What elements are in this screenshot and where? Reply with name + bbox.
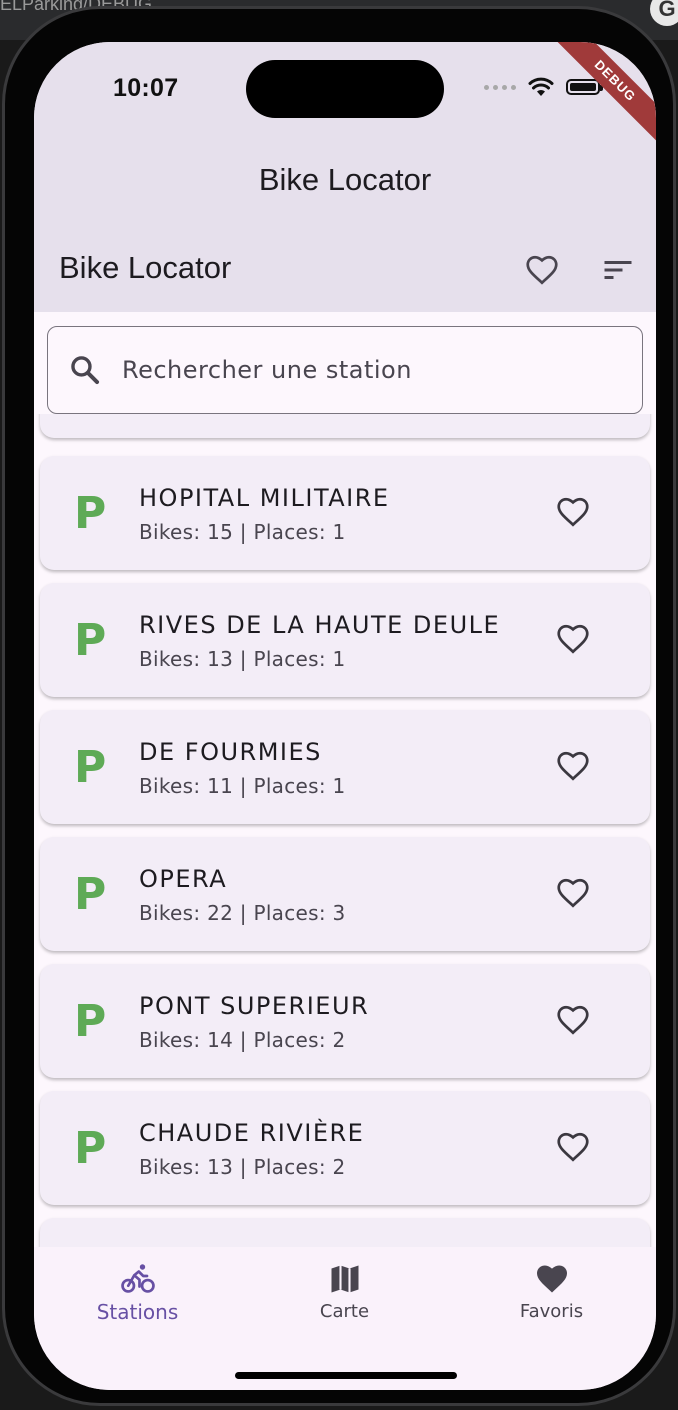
sort-button[interactable] bbox=[600, 252, 636, 288]
appbar-title: Bike Locator bbox=[59, 250, 232, 285]
parking-icon: P bbox=[74, 996, 107, 1047]
search-field[interactable] bbox=[47, 326, 643, 414]
favorite-button[interactable] bbox=[555, 1129, 591, 1165]
dynamic-island bbox=[246, 60, 444, 118]
status-time: 10:07 bbox=[113, 74, 179, 102]
parking-icon: P bbox=[74, 869, 107, 920]
station-availability: Bikes: 22 | Places: 3 bbox=[139, 901, 346, 925]
station-availability: Bikes: 11 | Places: 1 bbox=[139, 774, 346, 798]
page-title: Bike Locator bbox=[258, 162, 432, 197]
favorite-button[interactable] bbox=[555, 494, 591, 530]
station-name: HOPITAL MILITAIRE bbox=[139, 484, 390, 512]
favorite-button[interactable] bbox=[555, 621, 591, 657]
signal-dots-icon bbox=[484, 84, 516, 90]
nav-tab-favoris[interactable]: Favoris bbox=[448, 1247, 655, 1347]
station-availability: Bikes: 13 | Places: 2 bbox=[139, 1155, 346, 1179]
heart-filled-icon bbox=[537, 1265, 567, 1293]
host-account-icon: G bbox=[650, 0, 678, 26]
heart-outline-icon bbox=[557, 878, 589, 908]
app-screen: 10:07 DEBUG Bike Locator Bike Locator Re… bbox=[34, 42, 656, 1390]
station-name: DE FOURMIES bbox=[139, 738, 322, 766]
nav-label-carte: Carte bbox=[319, 1301, 370, 1322]
station-name: CHAUDE RIVIÈRE bbox=[139, 1119, 365, 1147]
favorite-button[interactable] bbox=[555, 875, 591, 911]
station-card[interactable]: P HOPITAL MILITAIRE Bikes: 15 | Places: … bbox=[40, 456, 650, 570]
station-card[interactable]: P RIVES DE LA HAUTE DEULE Bikes: 13 | Pl… bbox=[40, 583, 650, 697]
nav-label-favoris: Favoris bbox=[519, 1301, 584, 1322]
nav-tab-stations[interactable]: Stations bbox=[34, 1247, 241, 1347]
favorite-button[interactable] bbox=[555, 748, 591, 784]
bottom-navigation: Stations Carte Favoris bbox=[34, 1247, 656, 1390]
parking-icon: P bbox=[74, 615, 107, 666]
nav-label-stations: Stations bbox=[96, 1300, 179, 1324]
station-name: PONT SUPERIEUR bbox=[139, 992, 370, 1020]
status-icons bbox=[484, 76, 603, 98]
heart-outline-icon bbox=[557, 751, 589, 781]
station-availability: Bikes: 15 | Places: 1 bbox=[139, 520, 346, 544]
station-card-partial[interactable] bbox=[40, 414, 650, 438]
heart-outline-icon bbox=[557, 624, 589, 654]
station-availability: Bikes: 13 | Places: 1 bbox=[139, 647, 346, 671]
station-card[interactable]: P PONT SUPERIEUR Bikes: 14 | Places: 2 bbox=[40, 964, 650, 1078]
heart-outline-icon bbox=[557, 1132, 589, 1162]
station-card[interactable]: P OPERA Bikes: 22 | Places: 3 bbox=[40, 837, 650, 951]
station-name: OPERA bbox=[139, 865, 228, 893]
parking-icon: P bbox=[74, 742, 107, 793]
station-availability: Bikes: 14 | Places: 2 bbox=[139, 1028, 346, 1052]
header-area: 10:07 DEBUG Bike Locator Bike Locator bbox=[34, 42, 656, 312]
sort-icon bbox=[604, 261, 632, 279]
bike-icon bbox=[121, 1264, 155, 1293]
battery-icon bbox=[566, 79, 603, 95]
phone-frame: 10:07 DEBUG Bike Locator Bike Locator Re… bbox=[2, 6, 676, 1406]
favorite-button[interactable] bbox=[555, 1002, 591, 1038]
station-card[interactable]: P CHAUDE RIVIÈRE Bikes: 13 | Places: 2 bbox=[40, 1091, 650, 1205]
wifi-icon bbox=[528, 77, 554, 96]
station-card-partial[interactable] bbox=[40, 1218, 650, 1247]
station-name: RIVES DE LA HAUTE DEULE bbox=[139, 611, 501, 639]
station-list[interactable]: P HOPITAL MILITAIRE Bikes: 15 | Places: … bbox=[34, 414, 656, 1247]
map-icon bbox=[331, 1265, 359, 1293]
station-card[interactable]: P DE FOURMIES Bikes: 11 | Places: 1 bbox=[40, 710, 650, 824]
favorites-filter-button[interactable] bbox=[524, 252, 560, 288]
heart-outline-icon bbox=[526, 255, 558, 285]
home-indicator[interactable] bbox=[235, 1372, 457, 1379]
nav-tab-carte[interactable]: Carte bbox=[241, 1247, 448, 1347]
search-input[interactable] bbox=[122, 345, 622, 395]
parking-icon: P bbox=[74, 488, 107, 539]
parking-icon: P bbox=[74, 1123, 107, 1174]
heart-outline-icon bbox=[557, 1005, 589, 1035]
search-icon bbox=[71, 356, 100, 385]
heart-outline-icon bbox=[557, 497, 589, 527]
